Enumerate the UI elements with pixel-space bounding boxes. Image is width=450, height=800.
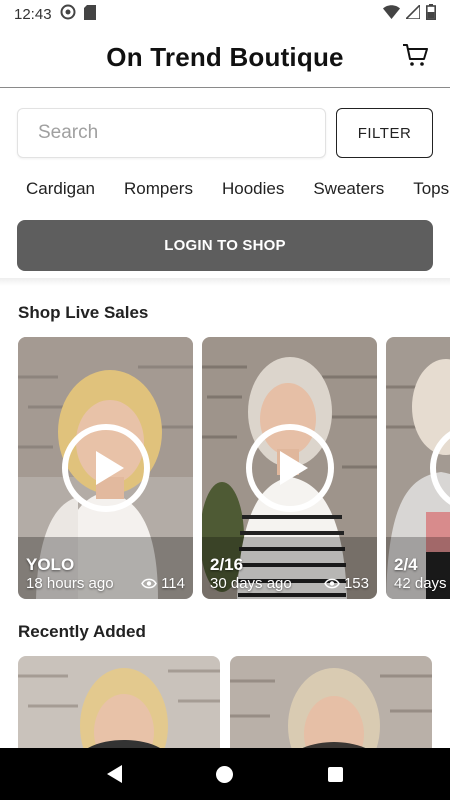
video-views: 153	[324, 575, 369, 592]
category-strip[interactable]: Cardigan Rompers Hoodies Sweaters Tops	[26, 172, 450, 206]
category-sweaters[interactable]: Sweaters	[313, 172, 384, 206]
video-title: 2/16	[210, 555, 244, 574]
play-button[interactable]	[62, 424, 150, 512]
recently-added-carousel[interactable]	[18, 656, 450, 748]
back-icon[interactable]	[107, 765, 123, 783]
video-view-count: 153	[343, 575, 369, 592]
video-time-ago: 18 hours ago	[26, 575, 114, 592]
signal-icon	[404, 3, 421, 23]
eye-icon	[141, 578, 157, 589]
product-card[interactable]	[230, 656, 432, 748]
wifi-icon	[383, 5, 400, 23]
video-time-ago: 42 days ago	[394, 575, 450, 592]
app-title: On Trend Boutique	[106, 42, 344, 72]
video-time-ago: 30 days ago	[210, 575, 292, 592]
eye-icon	[324, 578, 340, 589]
recents-icon[interactable]	[327, 766, 343, 782]
at-sign-icon	[60, 4, 76, 24]
cart-icon	[402, 43, 428, 72]
video-views: 114	[141, 575, 185, 592]
system-nav-bar	[0, 748, 450, 800]
search-row: FILTER	[17, 108, 433, 160]
product-image	[230, 656, 432, 748]
video-title: YOLO	[26, 555, 75, 574]
live-sales-carousel[interactable]: YOLO 18 hours ago 114 2/16 30 days ago 1…	[18, 337, 450, 599]
login-to-shop-button[interactable]: LOGIN TO SHOP	[17, 220, 433, 271]
battery-icon	[426, 4, 436, 24]
category-cardigan[interactable]: Cardigan	[26, 172, 95, 206]
status-right	[383, 3, 436, 24]
video-view-count: 114	[161, 575, 185, 592]
play-icon	[280, 451, 308, 485]
product-card[interactable]	[18, 656, 220, 748]
status-left: 12:43	[14, 4, 96, 24]
cart-button[interactable]	[400, 42, 430, 72]
sd-card-icon	[83, 4, 96, 24]
status-bar: 12:43	[0, 0, 450, 28]
video-meta: 42 days ago	[394, 575, 450, 592]
search-input[interactable]	[17, 108, 326, 158]
category-hoodies[interactable]: Hoodies	[222, 172, 284, 206]
video-meta: 18 hours ago 114	[26, 575, 185, 592]
video-card[interactable]: 2/4 42 days ago	[386, 337, 450, 599]
video-title: 2/4	[394, 555, 418, 574]
live-sales-heading: Shop Live Sales	[18, 303, 149, 322]
app-header: On Trend Boutique	[0, 28, 450, 88]
play-icon	[96, 451, 124, 485]
video-meta: 30 days ago 153	[210, 575, 369, 592]
video-card[interactable]: 2/16 30 days ago 153	[202, 337, 377, 599]
video-card[interactable]: YOLO 18 hours ago 114	[18, 337, 193, 599]
category-rompers[interactable]: Rompers	[124, 172, 193, 206]
category-tops[interactable]: Tops	[413, 172, 449, 206]
product-image	[18, 656, 220, 748]
filter-button[interactable]: FILTER	[336, 108, 433, 158]
recently-added-heading: Recently Added	[18, 622, 146, 641]
play-button[interactable]	[246, 424, 334, 512]
section-divider	[0, 278, 450, 286]
home-icon[interactable]	[216, 765, 234, 783]
status-time: 12:43	[14, 5, 52, 23]
